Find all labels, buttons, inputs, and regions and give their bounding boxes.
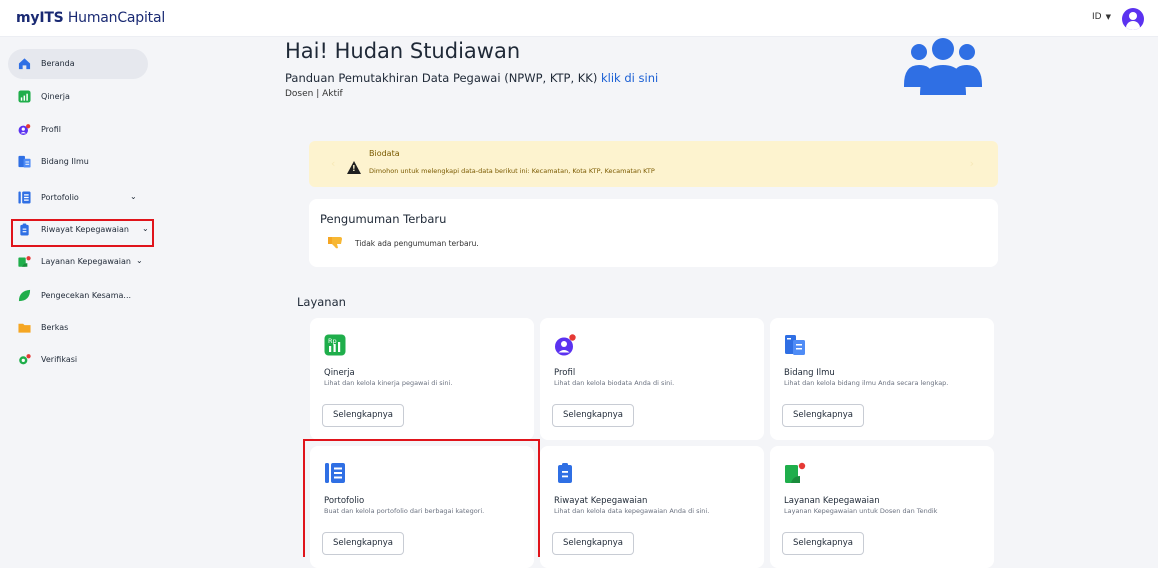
biodata-alert: ‹ ! Biodata Dimohon untuk melengkapi dat… [309,141,998,187]
brand-accent: ITS [39,10,64,26]
selengkapnya-button[interactable]: Selengkapnya [782,404,865,427]
card-title: Bidang Ilmu [784,368,835,378]
card-description: Lihat dan kelola biodata Anda di sini. [554,379,675,387]
service-card-profil: Profil Lihat dan kelola biodata Anda di … [540,318,764,440]
service-card-bidang-ilmu: Bidang Ilmu Lihat dan kelola bidang ilmu… [770,318,994,440]
sidebar-item-label: Verifikasi [41,355,78,364]
highlight-box [11,219,154,247]
sidebar-item-bidang-ilmu[interactable]: Bidang Ilmu [8,147,148,177]
card-description: Lihat dan kelola data kepegawaian Anda d… [554,507,710,515]
portfolio-icon [18,191,31,204]
chevron-down-icon: ⌄ [130,192,137,201]
selengkapnya-button[interactable]: Selengkapnya [322,404,405,427]
selengkapnya-button[interactable]: Selengkapnya [782,532,865,555]
svg-text:Rp: Rp [328,337,337,345]
sidebar-item-label: Portofolio [41,193,79,202]
sidebar-item-label: Qinerja [41,92,70,101]
sidebar-item-label: Beranda [41,59,75,68]
field-icon [785,335,805,355]
sidebar: Beranda Qinerja Profil Bidang Ilmu Porto… [0,37,162,555]
qinerja-icon: Rp [324,334,346,356]
warning-icon: ! [347,161,361,174]
profile-icon [555,334,576,356]
card-title: Profil [554,368,576,378]
sidebar-item-qinerja[interactable]: Qinerja [8,82,148,112]
employee-status: Dosen | Aktif [285,89,343,99]
guide-link[interactable]: klik di sini [601,71,658,85]
alert-title: Biodata [369,149,400,158]
announcement-card: Pengumuman Terbaru Tidak ada pengumuman … [309,199,998,267]
chevron-left-icon[interactable]: ‹ [331,157,335,170]
card-title: Layanan Kepegawaian [784,496,880,506]
chevron-right-icon[interactable]: › [970,157,974,170]
service-card-riwayat-kepegawaian: Riwayat Kepegawaian Lihat dan kelola dat… [540,446,764,568]
sidebar-item-pengecekan[interactable]: Pengecekan Kesama... [8,281,148,311]
sidebar-item-label: Pengecekan Kesama... [41,291,132,300]
check-icon [18,289,31,302]
guide-label: Panduan Pemutakhiran Data Pegawai (NPWP,… [285,71,601,85]
selengkapnya-button[interactable]: Selengkapnya [552,532,635,555]
sidebar-item-label: Bidang Ilmu [41,157,89,166]
sidebar-item-label: Berkas [41,323,69,332]
sidebar-item-layanan-kepegawaian[interactable]: Layanan Kepegawaian ⌄ [8,247,148,277]
caret-down-icon: ▼ [1105,13,1111,21]
sidebar-item-label: Layanan Kepegawaian [41,257,131,266]
card-title: Qinerja [324,368,355,378]
announcement-title: Pengumuman Terbaru [320,212,447,226]
card-title: Riwayat Kepegawaian [554,496,648,506]
sidebar-item-verifikasi[interactable]: Verifikasi [8,345,148,375]
card-description: Lihat dan kelola kinerja pegawai di sini… [324,379,453,387]
main-content: Hai! Hudan Studiawan Panduan Pemutakhira… [162,37,1158,568]
sidebar-item-berkas[interactable]: Berkas [8,313,148,343]
qinerja-icon [18,90,31,103]
top-bar: myITS HumanCapital ID ▼ [0,0,1158,37]
thumbs-down-icon [328,237,342,249]
sidebar-item-profil[interactable]: Profil [8,115,148,145]
sidebar-item-beranda[interactable]: Beranda [8,49,148,79]
language-selector[interactable]: ID ▼ [1092,12,1111,22]
service-card-layanan-kepegawaian: Layanan Kepegawaian Layanan Kepegawaian … [770,446,994,568]
chevron-down-icon: ⌄ [136,256,143,265]
alert-message: Dimohon untuk melengkapi data-data berik… [369,167,655,175]
service-icon [18,256,31,267]
app-logo[interactable]: myITS HumanCapital [16,10,165,26]
card-description: Layanan Kepegawaian untuk Dosen dan Tend… [784,507,938,515]
brand-prefix: my [16,10,40,26]
highlight-box [303,439,540,557]
sidebar-item-label: Profil [41,125,61,134]
services-heading: Layanan [297,295,346,309]
guide-text: Panduan Pemutakhiran Data Pegawai (NPWP,… [285,71,658,85]
people-icon [904,38,982,95]
history-icon [558,463,572,483]
page-title: Hai! Hudan Studiawan [285,39,521,63]
verify-icon [19,354,31,365]
folder-icon [18,323,31,333]
field-icon [18,155,31,168]
service-card-qinerja: Rp Qinerja Lihat dan kelola kinerja pega… [310,318,534,440]
service-icon [785,462,806,483]
selengkapnya-button[interactable]: Selengkapnya [552,404,635,427]
language-label: ID [1092,12,1102,22]
user-avatar-icon[interactable] [1122,8,1144,30]
sidebar-item-portofolio[interactable]: Portofolio ⌄ [8,183,148,213]
brand-name: HumanCapital [63,10,166,26]
announcement-empty: Tidak ada pengumuman terbaru. [355,239,479,248]
profile-icon [18,124,31,136]
card-description: Lihat dan kelola bidang ilmu Anda secara… [784,379,949,387]
home-icon [18,58,31,70]
